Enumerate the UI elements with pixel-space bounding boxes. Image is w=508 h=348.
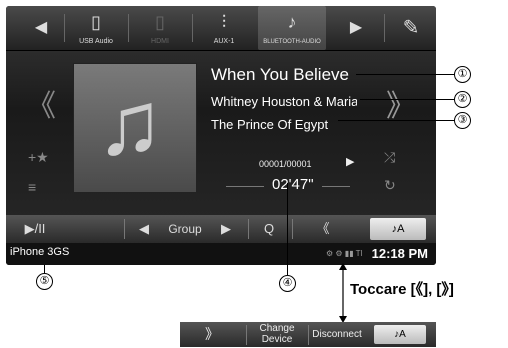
setup-icon[interactable]: ✎ [388, 6, 434, 50]
hdmi-icon: ▯ [155, 12, 165, 32]
control-bar: ▶/II ◀ Group ▶ Q 《 ♪A [6, 215, 436, 243]
usb-audio-button[interactable]: ▯ USB Audio [68, 6, 124, 50]
now-playing-button[interactable]: ♪A [370, 218, 426, 240]
bluetooth-audio-icon: ♪ [287, 12, 297, 32]
callout-2: ② [454, 91, 471, 108]
clock: 12:18 PM [371, 246, 428, 261]
source-bar: ◀ ▯ USB Audio ▯ HDMI ⫶ AUX-1 ♪ BLUETOOTH… [6, 6, 436, 51]
track-artist: Whitney Houston & Maria [211, 94, 357, 109]
prev-track-icon[interactable]: 《 [26, 81, 56, 125]
hdmi-button[interactable]: ▯ HDMI [132, 6, 188, 50]
callout-3: ③ [454, 112, 471, 129]
status-bar: iPhone 3GS ⚙ ⚙ ▮▮ Tl 12:18 PM [6, 243, 436, 265]
connection-status-icons: ⚙ ⚙ ▮▮ Tl [326, 249, 363, 258]
group-next-button[interactable]: ▶ [212, 215, 240, 243]
change-device-button[interactable]: Change Device [248, 322, 306, 348]
next-track-icon[interactable]: 》 [386, 81, 416, 125]
source-prev-button[interactable]: ◀ [26, 6, 56, 50]
disconnect-button[interactable]: Disconnect [310, 322, 364, 347]
instruction-text: Toccare [《], [》] [350, 281, 454, 298]
source-next-button[interactable]: ▶ [336, 6, 376, 50]
callout-1: ① [454, 66, 471, 83]
usb-icon: ▯ [91, 12, 101, 32]
track-album: The Prince Of Egypt [211, 117, 329, 132]
elapsed-time: 02'47" [272, 176, 314, 193]
track-title: When You Believe [211, 65, 349, 84]
play-pause-button[interactable]: ▶/II [10, 215, 60, 243]
up-down-arrow-icon [339, 263, 347, 323]
group-label: Group [168, 222, 202, 236]
alternate-control-bar: 》 Change Device Disconnect ♪A [180, 322, 436, 347]
album-art: ♫ [73, 63, 197, 193]
search-button[interactable]: Q [254, 215, 284, 243]
list-icon[interactable]: ≡ [28, 179, 36, 195]
track-counter: 00001/00001 [259, 159, 312, 169]
device-name: iPhone 3GS [10, 246, 70, 258]
play-indicator-icon: ▶ [346, 156, 355, 168]
bluetooth-audio-button[interactable]: ♪ BLUETOOTH-AUDIO [258, 6, 326, 50]
now-playing: 《 +★ ≡ ♫ When You Believe Whitney Housto… [6, 51, 436, 211]
aux-1-button[interactable]: ⫶ AUX-1 [196, 6, 252, 50]
callout-5: ⑤ [36, 273, 53, 290]
group-prev-button[interactable]: ◀ [130, 215, 158, 243]
aux-icon: ⫶ [221, 12, 227, 32]
repeat-icon[interactable]: ↻ [384, 177, 396, 194]
favorite-icon[interactable]: +★ [28, 149, 49, 166]
callout-4: ④ [279, 275, 296, 292]
shuffle-icon[interactable]: ⤮ [384, 149, 395, 166]
music-note-icon: ♫ [96, 74, 164, 174]
now-playing-button-alt[interactable]: ♪A [374, 325, 426, 344]
head-unit-screen: ◀ ▯ USB Audio ▯ HDMI ⫶ AUX-1 ♪ BLUETOOTH… [6, 6, 436, 265]
back-button[interactable]: 》 [184, 322, 240, 347]
more-button[interactable]: 《 [298, 215, 348, 243]
